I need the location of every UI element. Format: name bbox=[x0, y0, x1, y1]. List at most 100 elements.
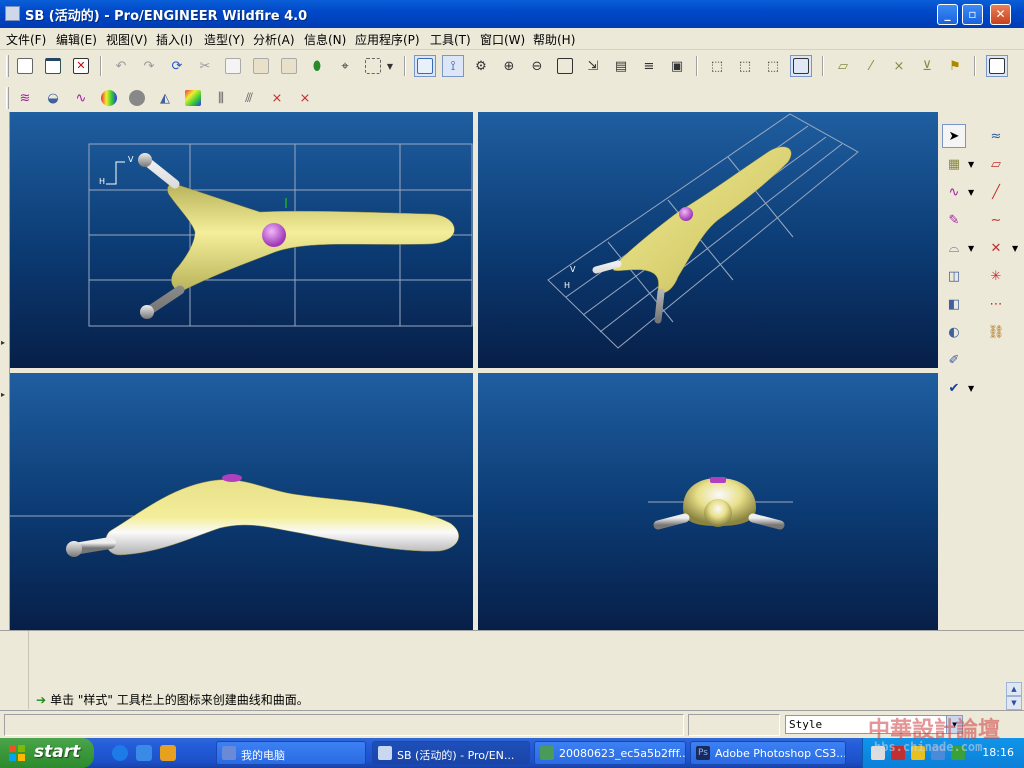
activate-window-icon[interactable] bbox=[42, 55, 64, 77]
dropdown-arrow-icon[interactable]: ▼ bbox=[968, 188, 974, 197]
menu-analysis[interactable]: 分析(A) bbox=[253, 31, 295, 48]
annotations-icon[interactable]: ⚑ bbox=[944, 55, 966, 77]
task-image[interactable]: 20080623_ec5a5b2fff... bbox=[534, 741, 686, 765]
graphics-window[interactable]: V H V H bbox=[10, 112, 938, 630]
model-body[interactable] bbox=[105, 479, 459, 556]
draft-analysis-icon[interactable]: ◭ bbox=[154, 87, 176, 109]
ie-icon[interactable] bbox=[112, 745, 128, 761]
connect-icon[interactable]: ◐ bbox=[942, 320, 966, 344]
selection-box-icon[interactable] bbox=[362, 55, 384, 77]
datum-planes-icon[interactable]: ▱ bbox=[832, 55, 854, 77]
curvature-analysis-icon[interactable]: ≋ bbox=[14, 87, 36, 109]
model-knob[interactable] bbox=[679, 207, 693, 221]
menu-help[interactable]: 帮助(H) bbox=[533, 31, 575, 48]
dropdown-arrow-icon[interactable]: ▼ bbox=[1012, 244, 1018, 253]
offset-points-icon[interactable]: ⋯ bbox=[984, 292, 1008, 316]
quicklaunch-icon[interactable] bbox=[160, 745, 176, 761]
start-button[interactable]: start bbox=[0, 738, 94, 768]
menu-info[interactable]: 信息(N) bbox=[304, 31, 346, 48]
model-knob[interactable] bbox=[710, 477, 726, 483]
points-icon[interactable]: ✕ bbox=[984, 236, 1008, 260]
model-knob[interactable] bbox=[262, 223, 286, 247]
coordinate-systems-icon[interactable]: ⊻ bbox=[916, 55, 938, 77]
viewport-iso-canvas[interactable]: V H bbox=[478, 112, 938, 368]
viewport-front[interactable] bbox=[10, 373, 473, 630]
layers-icon[interactable]: ≡ bbox=[638, 55, 660, 77]
model-body[interactable] bbox=[167, 183, 455, 293]
trim-icon[interactable]: ◧ bbox=[942, 292, 966, 316]
menu-view[interactable]: 视图(V) bbox=[106, 31, 148, 48]
close-window-icon[interactable]: ✕ bbox=[70, 55, 92, 77]
slope-analysis-icon[interactable] bbox=[182, 87, 204, 109]
minimize-button[interactable]: _ bbox=[937, 4, 958, 25]
menu-style[interactable]: 造型(Y) bbox=[204, 31, 245, 48]
task-proengineer[interactable]: SB (活动的) - Pro/EN... bbox=[372, 741, 530, 765]
shading-icon[interactable] bbox=[790, 55, 812, 77]
view-manager-icon[interactable]: ▣ bbox=[666, 55, 688, 77]
model-pin[interactable] bbox=[74, 537, 116, 554]
reflection-analysis-icon[interactable]: ⫼ bbox=[210, 87, 232, 109]
line-icon[interactable]: ╱ bbox=[984, 180, 1008, 204]
wireframe-icon[interactable]: ⬚ bbox=[706, 55, 728, 77]
viewport-isometric[interactable]: V H bbox=[478, 112, 938, 368]
offset-analysis-icon[interactable]: ∿ bbox=[70, 87, 92, 109]
internal-plane-icon[interactable]: ▱ bbox=[984, 152, 1008, 176]
menu-edit[interactable]: 编辑(E) bbox=[56, 31, 97, 48]
surface-icon[interactable]: ⌓ bbox=[942, 236, 966, 260]
zoom-in-icon[interactable]: ⊕ bbox=[498, 55, 520, 77]
curve-analysis-icon[interactable]: ≈ bbox=[984, 124, 1008, 148]
selection-dropdown-icon[interactable]: ▼ bbox=[384, 55, 396, 77]
regenerate-icon[interactable]: ⟳ bbox=[166, 55, 188, 77]
zoom-out-icon[interactable]: ⊖ bbox=[526, 55, 548, 77]
delete-all-analyses-icon[interactable]: ⨯ bbox=[294, 87, 316, 109]
csys-icon[interactable]: ✳ bbox=[984, 264, 1008, 288]
reorient-icon[interactable]: ⇲ bbox=[582, 55, 604, 77]
viewport-right-canvas[interactable] bbox=[478, 373, 938, 630]
cut-icon[interactable]: ✂ bbox=[194, 55, 216, 77]
dropdown-arrow-icon[interactable]: ▼ bbox=[968, 160, 974, 169]
task-my-computer[interactable]: 我的电脑 bbox=[216, 741, 366, 765]
viewport-front-canvas[interactable] bbox=[10, 373, 473, 630]
sketch-edit-icon[interactable]: ✐ bbox=[942, 348, 966, 372]
dihedral-analysis-icon[interactable]: ⫻ bbox=[238, 87, 260, 109]
navigator-collapse-strip[interactable]: ▸ ▸ bbox=[0, 112, 10, 630]
model-body[interactable] bbox=[612, 146, 792, 293]
no-hidden-icon[interactable]: ⬚ bbox=[762, 55, 784, 77]
refit-icon[interactable] bbox=[554, 55, 576, 77]
delete-analysis-icon[interactable]: ⨯ bbox=[266, 87, 288, 109]
dropdown-arrow-icon[interactable]: ▼ bbox=[968, 244, 974, 253]
menu-tools[interactable]: 工具(T) bbox=[430, 31, 471, 48]
scroll-down-icon[interactable]: ▼ bbox=[1006, 696, 1022, 710]
expand-arrow-icon[interactable]: ▸ bbox=[1, 390, 5, 399]
scroll-up-icon[interactable]: ▲ bbox=[1006, 682, 1022, 696]
viewport-top[interactable]: V H bbox=[10, 112, 473, 368]
spin-center-icon[interactable]: ⟟ bbox=[442, 55, 464, 77]
datum-axes-icon[interactable]: ⁄ bbox=[860, 55, 882, 77]
viewport-right[interactable] bbox=[478, 373, 938, 630]
shaded-curvature-icon[interactable] bbox=[126, 87, 148, 109]
hidden-line-icon[interactable]: ⬚ bbox=[734, 55, 756, 77]
active-plane-icon[interactable]: ▦ bbox=[942, 152, 966, 176]
curve-icon[interactable]: ∿ bbox=[942, 180, 966, 204]
new-window-icon[interactable] bbox=[14, 55, 36, 77]
task-photoshop[interactable]: Ps Adobe Photoshop CS3... bbox=[690, 741, 846, 765]
link-icon[interactable]: ⛓ bbox=[984, 320, 1008, 344]
message-scrollbar[interactable]: ▲ ▼ bbox=[1006, 682, 1022, 710]
dropdown-arrow-icon[interactable]: ▼ bbox=[968, 384, 974, 393]
menu-applications[interactable]: 应用程序(P) bbox=[355, 31, 420, 48]
context-help-icon[interactable] bbox=[986, 55, 1008, 77]
close-button[interactable]: ✕ bbox=[990, 4, 1011, 25]
select-arrow-icon[interactable]: ➤ bbox=[942, 124, 966, 148]
surface-edit-icon[interactable]: ◫ bbox=[942, 264, 966, 288]
viewport-top-canvas[interactable]: V H bbox=[10, 112, 473, 368]
style-repaint-icon[interactable] bbox=[414, 55, 436, 77]
undo-icon[interactable]: ↶ bbox=[110, 55, 132, 77]
done-check-icon[interactable]: ✔ bbox=[942, 376, 966, 400]
model-pins[interactable] bbox=[145, 159, 185, 315]
curve-edit-icon[interactable]: ✎ bbox=[942, 208, 966, 232]
redo-icon[interactable]: ↷ bbox=[138, 55, 160, 77]
find-icon[interactable]: ⌖ bbox=[334, 55, 356, 77]
expand-arrow-icon[interactable]: ▸ bbox=[1, 338, 5, 347]
model-player-icon[interactable]: ⬮ bbox=[306, 55, 328, 77]
orient-mode-icon[interactable]: ⚙ bbox=[470, 55, 492, 77]
